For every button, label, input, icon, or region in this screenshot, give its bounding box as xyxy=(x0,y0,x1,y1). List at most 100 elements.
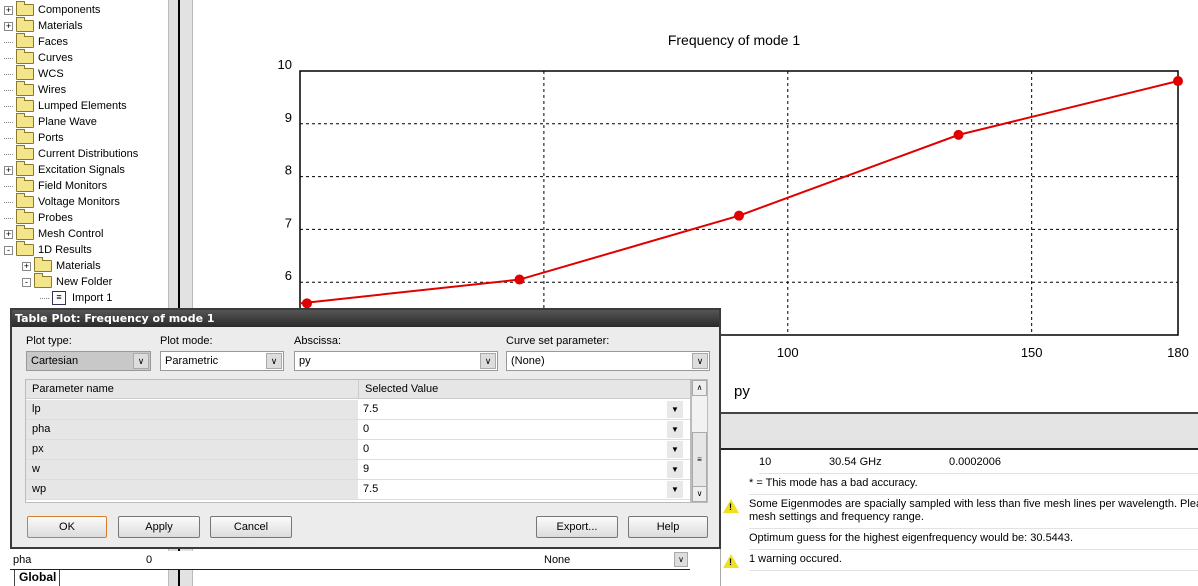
plot-type-select[interactable]: Cartesian ∨ xyxy=(26,351,151,371)
chevron-down-icon[interactable]: ∨ xyxy=(133,353,149,369)
folder-icon xyxy=(16,17,34,32)
data-point xyxy=(1173,76,1183,87)
param-value[interactable]: 7.5 xyxy=(359,480,665,499)
tree-item[interactable]: + Mesh Control xyxy=(4,225,103,242)
plot-mode-label: Plot mode: xyxy=(160,335,213,347)
y-tick-label: 7 xyxy=(285,215,292,230)
param-name: pha xyxy=(13,554,32,566)
folder-icon xyxy=(34,257,52,272)
tree-item[interactable]: Curves xyxy=(4,49,73,66)
tree-item[interactable]: WCS xyxy=(4,65,64,82)
param-name: wp xyxy=(26,480,358,499)
tree-item-label: Wires xyxy=(38,84,67,96)
folder-icon xyxy=(34,273,52,288)
folder-icon xyxy=(16,177,34,192)
param-type: None xyxy=(544,554,571,566)
plot-mode-select[interactable]: Parametric ∨ xyxy=(160,351,284,371)
mode-result-row: 10 30.54 GHz 0.0002006 xyxy=(759,456,1198,474)
chevron-down-icon[interactable]: ∨ xyxy=(480,353,496,369)
param-value[interactable]: 7.5 xyxy=(359,400,665,419)
table-row[interactable]: lp 7.5 ▼ xyxy=(26,400,690,420)
table-row[interactable]: wp 7.5 ▼ xyxy=(26,480,690,500)
tree-item[interactable]: Probes xyxy=(4,209,73,226)
data-point xyxy=(734,210,744,221)
dropdown-arrow-icon[interactable]: ▼ xyxy=(667,461,683,478)
col-header-value[interactable]: Selected Value xyxy=(359,380,690,399)
x-tick-label: 100 xyxy=(777,345,799,360)
export-button[interactable]: Export... xyxy=(536,516,618,538)
dropdown-arrow-icon[interactable]: ▼ xyxy=(667,441,683,458)
chevron-down-icon[interactable]: ∨ xyxy=(692,353,708,369)
param-value[interactable]: 9 xyxy=(359,460,665,479)
tree-line xyxy=(4,217,13,219)
tree-item-label: Materials xyxy=(38,20,83,32)
tree-item[interactable]: - New Folder xyxy=(22,273,112,290)
param-value[interactable]: 0 xyxy=(359,420,665,439)
tree-item[interactable]: + Materials xyxy=(4,17,83,34)
help-button[interactable]: Help xyxy=(628,516,708,538)
table-row[interactable]: px 0 ▼ xyxy=(26,440,690,460)
tree-item-label: Faces xyxy=(38,36,68,48)
abscissa-select[interactable]: py ∨ xyxy=(294,351,498,371)
tree-item-label: Ports xyxy=(38,132,64,144)
table-scrollbar[interactable]: ∧ ≡ ∨ xyxy=(691,379,708,503)
expand-icon[interactable]: + xyxy=(4,229,13,239)
tree-item-label: WCS xyxy=(38,68,64,80)
scroll-thumb[interactable]: ≡ xyxy=(692,432,707,487)
tree-line xyxy=(4,201,13,203)
tree-item[interactable]: + Materials xyxy=(22,257,101,274)
table-row[interactable]: pha 0 ▼ xyxy=(26,420,690,440)
expand-icon[interactable]: + xyxy=(4,21,13,31)
y-tick-label: 6 xyxy=(285,268,292,283)
tree-item[interactable]: ≡ Import 1 xyxy=(40,290,112,306)
folder-icon xyxy=(16,145,34,160)
chevron-down-icon[interactable]: ∨ xyxy=(674,552,688,567)
warning-icon: ! xyxy=(723,499,739,513)
scroll-up-icon[interactable]: ∧ xyxy=(692,380,707,396)
dropdown-arrow-icon[interactable]: ▼ xyxy=(667,481,683,498)
cancel-button[interactable]: Cancel xyxy=(210,516,292,538)
tree-item-label: Excitation Signals xyxy=(38,164,125,176)
results-toolbar-strip xyxy=(720,412,1198,450)
tree-item[interactable]: Current Distributions xyxy=(4,145,138,162)
expand-icon[interactable]: + xyxy=(4,165,13,175)
tree-item[interactable]: Faces xyxy=(4,33,68,50)
apply-button[interactable]: Apply xyxy=(118,516,200,538)
tree-item[interactable]: + Components xyxy=(4,1,100,18)
folder-icon xyxy=(16,1,34,16)
table-row[interactable]: w 9 ▼ xyxy=(26,460,690,480)
tree-item[interactable]: Voltage Monitors xyxy=(4,193,120,210)
chevron-down-icon[interactable]: ∨ xyxy=(266,353,282,369)
tab-global[interactable]: Global xyxy=(14,570,60,586)
tree-item[interactable]: Plane Wave xyxy=(4,113,97,130)
dialog-title: Table Plot: Frequency of mode 1 xyxy=(12,310,719,327)
parameter-list-row[interactable]: pha 0 None ∨ xyxy=(10,551,690,570)
tree-item[interactable]: Ports xyxy=(4,129,64,146)
scroll-down-icon[interactable]: ∨ xyxy=(692,486,707,502)
collapse-icon[interactable]: - xyxy=(22,277,31,287)
x-tick-label: 180 xyxy=(1167,345,1189,360)
expand-icon[interactable]: + xyxy=(4,5,13,15)
tree-line xyxy=(4,153,13,155)
tree-item-label: Plane Wave xyxy=(38,116,97,128)
folder-icon xyxy=(16,193,34,208)
tree-item[interactable]: Wires xyxy=(4,81,67,98)
data-point xyxy=(302,298,312,309)
col-header-name[interactable]: Parameter name xyxy=(26,380,359,399)
ok-button[interactable]: OK xyxy=(27,516,107,538)
folder-icon xyxy=(16,33,34,48)
dropdown-arrow-icon[interactable]: ▼ xyxy=(667,421,683,438)
tree-item[interactable]: Lumped Elements xyxy=(4,97,127,114)
tree-item[interactable]: - 1D Results xyxy=(4,241,92,258)
dropdown-arrow-icon[interactable]: ▼ xyxy=(667,401,683,418)
param-value: 0 xyxy=(146,554,153,566)
folder-icon xyxy=(16,81,34,96)
curve-set-select[interactable]: (None) ∨ xyxy=(506,351,710,371)
x-axis-label: py xyxy=(734,383,750,400)
expand-icon[interactable]: + xyxy=(22,261,31,271)
tree-item[interactable]: Field Monitors xyxy=(4,177,107,194)
tree-line xyxy=(4,41,13,43)
param-value[interactable]: 0 xyxy=(359,440,665,459)
collapse-icon[interactable]: - xyxy=(4,245,13,255)
tree-item[interactable]: + Excitation Signals xyxy=(4,161,125,178)
